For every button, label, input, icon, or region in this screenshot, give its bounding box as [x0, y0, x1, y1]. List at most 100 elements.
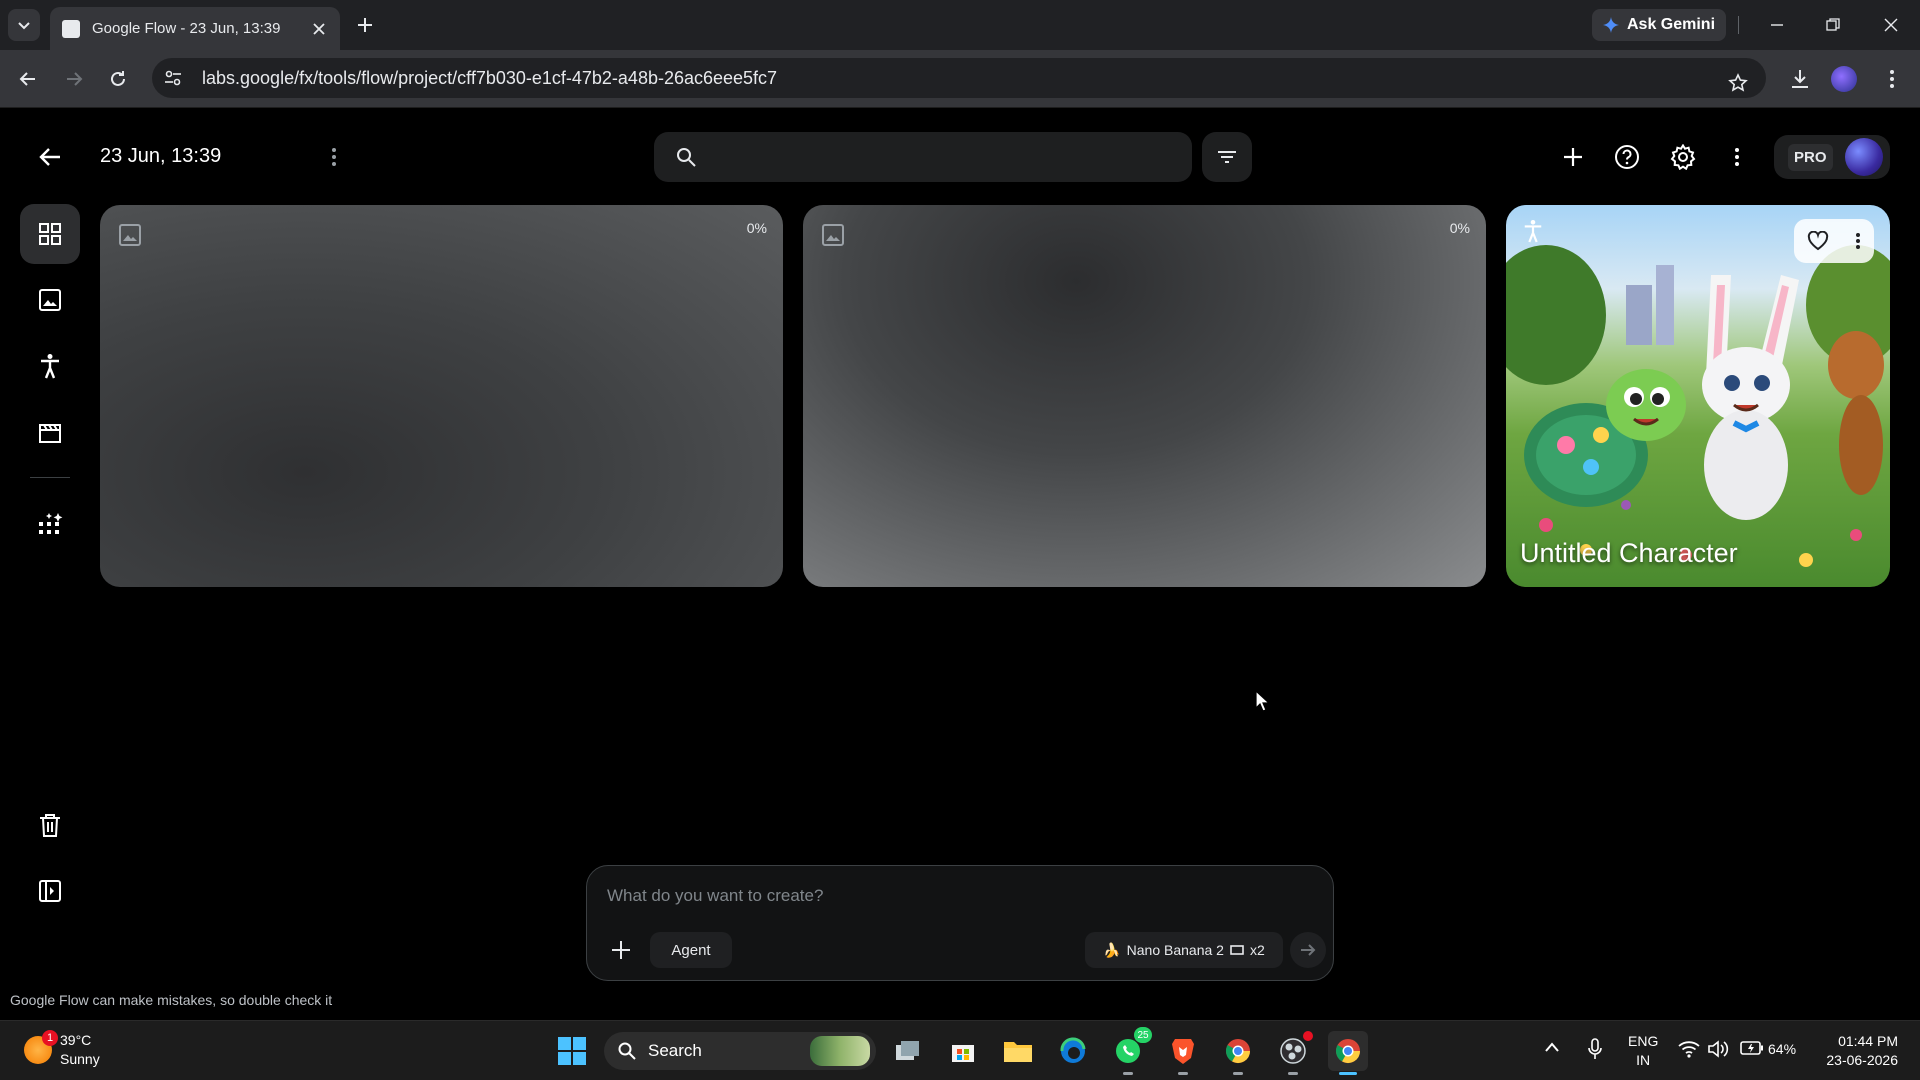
search-field[interactable]	[654, 132, 1192, 182]
battery-percent: 64%	[1768, 1041, 1797, 1057]
model-selector-button[interactable]: 🍌 Nano Banana 2 x2	[1085, 932, 1283, 968]
browser-menu-button[interactable]	[1878, 65, 1906, 93]
filter-icon	[1218, 151, 1236, 163]
grid-icon	[39, 223, 61, 245]
pro-badge: PRO	[1788, 143, 1833, 171]
filter-button[interactable]	[1202, 132, 1252, 182]
generation-card-1[interactable]: 0%	[100, 205, 783, 587]
speaker-icon	[1708, 1040, 1729, 1058]
gemini-sparkle-icon	[1602, 17, 1619, 33]
avatar	[1844, 138, 1883, 176]
reload-icon	[111, 71, 125, 86]
wifi-status[interactable]	[1678, 1040, 1700, 1058]
chrome-profile-button[interactable]	[1328, 1031, 1368, 1075]
clock-time: 01:44 PM	[1838, 1033, 1898, 1049]
chrome-button[interactable]	[1218, 1031, 1258, 1075]
kebab-menu-icon	[332, 148, 336, 166]
character-card[interactable]: Untitled Character	[1506, 205, 1890, 587]
downloads-button[interactable]	[1786, 65, 1814, 93]
weather-badge: 1	[42, 1030, 58, 1046]
trash-icon	[40, 814, 60, 837]
rail-images-button[interactable]	[20, 270, 80, 330]
heart-icon[interactable]	[1807, 231, 1829, 251]
file-explorer-button[interactable]	[998, 1031, 1038, 1071]
kebab-menu-icon	[1735, 148, 1739, 166]
agent-button[interactable]: Agent	[650, 932, 732, 968]
generation-card-2[interactable]: 0%	[803, 205, 1486, 587]
add-button[interactable]	[1558, 142, 1588, 172]
tab-title: Google Flow - 23 Jun, 13:39	[92, 20, 281, 37]
ask-gemini-button[interactable]: Ask Gemini	[1592, 9, 1726, 41]
obs-button[interactable]	[1273, 1031, 1313, 1075]
wifi-icon	[1678, 1041, 1700, 1058]
chevron-up-icon	[1545, 1042, 1559, 1052]
task-view-button[interactable]	[888, 1031, 928, 1071]
running-indicator	[1233, 1072, 1243, 1075]
browser-forward-button[interactable]	[60, 65, 88, 93]
search-input[interactable]	[712, 147, 1152, 167]
account-button[interactable]: PRO	[1774, 135, 1890, 179]
microsoft-store-button[interactable]	[943, 1031, 983, 1071]
folder-icon	[1004, 1042, 1032, 1062]
send-button[interactable]	[1290, 932, 1326, 968]
browser-back-button[interactable]	[14, 65, 42, 93]
project-title: 23 Jun, 13:39	[100, 145, 222, 167]
edge-button[interactable]	[1053, 1031, 1093, 1071]
prompt-input[interactable]	[607, 886, 1307, 916]
close-window-button[interactable]	[1876, 10, 1906, 40]
browser-tab[interactable]: Google Flow - 23 Jun, 13:39	[50, 7, 340, 50]
rail-trash-button[interactable]	[20, 795, 80, 855]
add-media-button[interactable]	[605, 934, 637, 966]
minimize-button[interactable]	[1762, 10, 1792, 40]
edge-icon	[1060, 1037, 1086, 1063]
weather-widget[interactable]: 1 39°C Sunny	[24, 1030, 100, 1069]
system-clock[interactable]: 01:44 PM 23-06-2026	[1808, 1032, 1898, 1070]
help-button[interactable]	[1612, 142, 1642, 172]
restore-button[interactable]	[1818, 10, 1848, 40]
microphone-button[interactable]	[1588, 1038, 1602, 1060]
image-icon	[39, 289, 61, 311]
taskbar-search[interactable]: Search	[604, 1032, 876, 1070]
progress-percent: 0%	[1449, 220, 1470, 236]
running-indicator	[1288, 1072, 1298, 1075]
address-bar[interactable]: labs.google/fx/tools/flow/project/cff7b0…	[152, 58, 1766, 98]
show-hidden-icons-button[interactable]	[1544, 1041, 1560, 1053]
reload-button[interactable]	[104, 65, 132, 93]
brave-button[interactable]	[1163, 1031, 1203, 1075]
progress-percent: 0%	[746, 220, 767, 236]
more-options-button[interactable]	[1722, 142, 1752, 172]
tab-search-button[interactable]	[8, 9, 40, 41]
kebab-menu-icon[interactable]	[1855, 232, 1861, 250]
browser-tab-strip: Google Flow - 23 Jun, 13:39 Ask Gemini	[0, 0, 1920, 50]
plus-icon	[358, 18, 372, 32]
language-indicator[interactable]: ENG IN	[1628, 1032, 1658, 1070]
output-count: x2	[1249, 942, 1265, 958]
running-indicator	[1178, 1072, 1188, 1075]
new-tab-button[interactable]	[352, 12, 378, 38]
brave-lion-icon	[1172, 1039, 1194, 1064]
browser-profile-button[interactable]	[1830, 65, 1858, 93]
project-menu-button[interactable]	[322, 143, 346, 171]
settings-button[interactable]	[1668, 142, 1698, 172]
language-region: IN	[1636, 1052, 1651, 1068]
page-favicon-icon	[62, 19, 80, 38]
tab-close-icon[interactable]	[310, 20, 328, 38]
arrow-left-icon	[39, 148, 60, 166]
rail-grid-view-button[interactable]	[20, 204, 80, 264]
chrome-icon	[1225, 1039, 1250, 1064]
agent-label: Agent	[671, 941, 711, 959]
battery-status[interactable]	[1740, 1041, 1764, 1055]
rail-scenes-button[interactable]	[20, 402, 80, 462]
rail-characters-button[interactable]	[20, 336, 80, 396]
rail-collapse-panel-button[interactable]	[20, 861, 80, 921]
chrome-icon	[1335, 1039, 1360, 1064]
bookmark-button[interactable]	[1724, 69, 1752, 97]
kebab-menu-icon	[1890, 70, 1894, 88]
volume-status[interactable]	[1708, 1040, 1730, 1058]
rail-tools-button[interactable]	[20, 495, 80, 555]
whatsapp-button[interactable]: 25	[1108, 1027, 1152, 1075]
app-back-button[interactable]	[36, 143, 64, 171]
prompt-composer: Agent 🍌 Nano Banana 2 x2	[586, 865, 1334, 981]
site-settings-icon[interactable]	[164, 69, 182, 87]
start-button[interactable]	[552, 1031, 592, 1071]
